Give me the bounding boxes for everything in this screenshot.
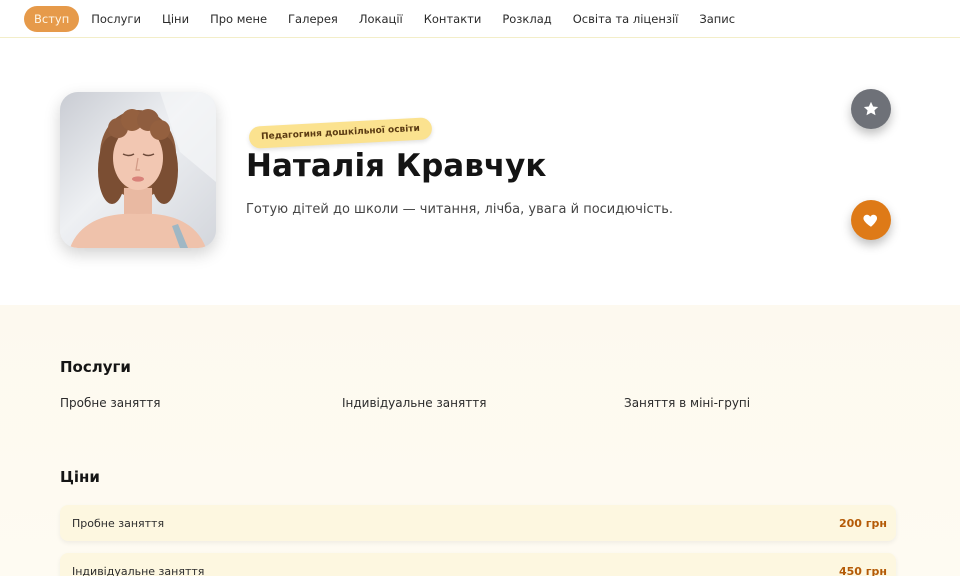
- top-nav: Вступ Послуги Ціни Про мене Галерея Лока…: [0, 0, 960, 38]
- nav-item-education[interactable]: Освіта та ліцензії: [573, 6, 679, 32]
- portrait-photo: [60, 92, 216, 248]
- nav-item-services[interactable]: Послуги: [91, 6, 141, 32]
- price-row: Індивідуальне заняття 450 грн: [60, 553, 896, 576]
- service-item: Пробне заняття: [60, 396, 161, 410]
- price-value: 450 грн: [838, 564, 887, 576]
- nav-item-prices[interactable]: Ціни: [162, 6, 189, 32]
- like-heart-button[interactable]: [851, 200, 891, 240]
- nav-item-intro[interactable]: Вступ: [24, 5, 80, 32]
- nav-item-locations[interactable]: Локації: [359, 6, 403, 32]
- price-value: 200 грн: [838, 516, 887, 530]
- price-label: Індивідуальне заняття: [72, 564, 205, 576]
- nav-item-booking[interactable]: Запис: [699, 6, 735, 32]
- service-item: Заняття в міні-групі: [624, 396, 751, 410]
- avatar: [60, 92, 216, 248]
- service-item: Індивідуальне заняття: [342, 396, 487, 410]
- favorite-star-button[interactable]: [851, 89, 891, 129]
- prices-heading: Ціни: [60, 468, 100, 486]
- nav-item-contacts[interactable]: Контакти: [424, 6, 482, 32]
- star-icon: [863, 101, 879, 116]
- price-label: Пробне заняття: [72, 516, 165, 530]
- profession-badge: Педагогиня дошкільної освіти: [248, 117, 433, 149]
- heart-icon: [863, 214, 878, 227]
- nav-item-schedule[interactable]: Розклад: [502, 6, 551, 32]
- nav-item-gallery[interactable]: Галерея: [288, 6, 338, 32]
- page-title: Наталія Кравчук: [246, 148, 547, 184]
- price-row: Пробне заняття 200 грн: [60, 505, 896, 541]
- nav-item-about[interactable]: Про мене: [210, 6, 267, 32]
- services-heading: Послуги: [60, 358, 131, 376]
- tagline: Готую дітей до школи — читання, лічба, у…: [246, 202, 673, 217]
